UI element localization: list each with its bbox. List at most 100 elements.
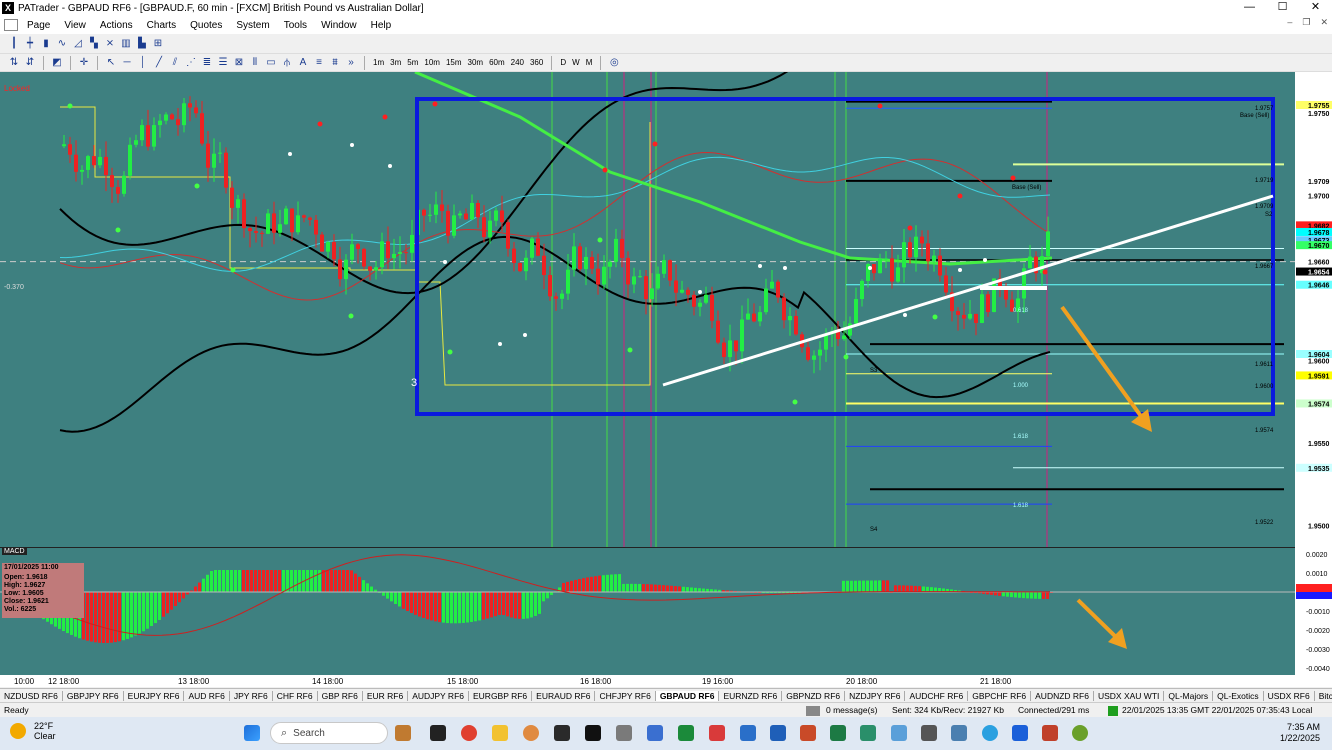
heikin-icon[interactable]: ▥ (118, 36, 134, 52)
pitchfork-icon[interactable]: ⫛ (279, 55, 295, 71)
close-icon[interactable]: ✕ (1299, 0, 1332, 16)
symbol-tab[interactable]: NZDJPY RF6 (845, 690, 906, 701)
symbol-tab[interactable]: EURGBP RF6 (469, 690, 533, 701)
tf-240[interactable]: 240 (508, 58, 527, 67)
channel-icon[interactable]: ⫽ (167, 55, 183, 71)
area-chart-icon[interactable]: ◿ (70, 36, 86, 52)
menu-actions[interactable]: Actions (93, 20, 140, 31)
taskbar-clock[interactable]: 7:35 AM 1/22/2025 (1280, 722, 1320, 744)
bar-chart-icon[interactable]: ┃ (6, 36, 22, 52)
symbol-tab[interactable]: USDX XAU WTI (1094, 690, 1165, 701)
symbol-tab[interactable]: EURNZD RF6 (719, 690, 783, 701)
symbol-tab[interactable]: GBPJPY RF6 (63, 690, 124, 701)
cursor-a-icon[interactable]: ⇅ (6, 55, 22, 71)
line-chart-icon[interactable]: ∿ (54, 36, 70, 52)
fan-icon[interactable]: ⋰ (183, 55, 199, 71)
menu-view[interactable]: View (57, 20, 93, 31)
word-icon[interactable] (770, 725, 786, 741)
symbol-tab[interactable]: USDX RF6 (1264, 690, 1315, 701)
calculator-icon[interactable] (616, 725, 632, 741)
symbol-tab[interactable]: GBPCHF RF6 (968, 690, 1032, 701)
symbol-tab[interactable]: EURJPY RF6 (124, 690, 185, 701)
symbol-tab[interactable]: QL-Majors (1164, 690, 1214, 701)
pattern-icon[interactable]: ⩩ (327, 55, 343, 71)
menu-window[interactable]: Window (314, 20, 364, 31)
tf-30m[interactable]: 30m (465, 58, 487, 67)
patrader-icon[interactable] (554, 725, 570, 741)
telegram-icon[interactable] (982, 725, 998, 741)
rect-icon[interactable]: ▭ (263, 55, 279, 71)
symbol-tab[interactable]: Bitcoin (1315, 691, 1332, 701)
symbol-tab[interactable]: CHFJPY RF6 (595, 690, 656, 701)
vline-icon[interactable]: │ (135, 55, 151, 71)
ic-markets-icon[interactable] (585, 725, 601, 741)
pointer-icon[interactable]: ↖ (103, 55, 119, 71)
tf-10m[interactable]: 10m (421, 58, 443, 67)
app-lightblue-icon[interactable] (891, 725, 907, 741)
symbol-tab[interactable]: QL-Exotics (1213, 690, 1264, 701)
maximize-icon[interactable]: ☐ (1266, 0, 1299, 16)
tf-3m[interactable]: 3m (387, 58, 404, 67)
app-blue-s-icon[interactable] (740, 725, 756, 741)
settings-icon[interactable] (921, 725, 937, 741)
windows-start-icon[interactable] (244, 725, 260, 741)
ohlc-chart-icon[interactable]: ┿ (22, 36, 38, 52)
levels-icon[interactable]: ≡ (311, 55, 327, 71)
app-orange-icon[interactable] (523, 725, 539, 741)
symbol-tab[interactable]: AUDCHF RF6 (905, 690, 969, 701)
chrome-icon[interactable] (461, 725, 477, 741)
menu-quotes[interactable]: Quotes (183, 20, 229, 31)
symbol-tab[interactable]: EURAUD RF6 (532, 690, 596, 701)
symbol-tab[interactable]: EUR RF6 (363, 690, 409, 701)
app-monitor-icon[interactable] (951, 725, 967, 741)
menu-system[interactable]: System (229, 20, 276, 31)
minimize-icon[interactable]: — (1233, 0, 1266, 16)
tf-d[interactable]: D (557, 58, 569, 67)
app-red-s-icon[interactable] (709, 725, 725, 741)
tf-15m[interactable]: 15m (443, 58, 465, 67)
symbol-tab[interactable]: GBP RF6 (318, 690, 363, 701)
chart-app-icon[interactable] (678, 725, 694, 741)
chart-area[interactable]: 3 1.9755 1.9750 1.9709 1.9700 1.9682 1.9678 1.… (0, 72, 1332, 687)
app-basket-icon[interactable] (1042, 725, 1058, 741)
tf-360[interactable]: 360 (527, 58, 546, 67)
chart-settings-icon[interactable]: ◩ (49, 55, 65, 71)
menu-tools[interactable]: Tools (277, 20, 314, 31)
page-icon[interactable] (4, 19, 18, 31)
tf-5m[interactable]: 5m (404, 58, 421, 67)
menu-help[interactable]: Help (364, 20, 399, 31)
cycle-icon[interactable]: ⦀ (247, 55, 263, 71)
powerpoint-icon[interactable] (800, 725, 816, 741)
mdi-minimize-icon[interactable]: – (1287, 17, 1292, 28)
tf-60m[interactable]: 60m (486, 58, 508, 67)
mdi-close-icon[interactable]: ✕ (1320, 17, 1328, 28)
crosshair-icon[interactable]: ✛ (76, 55, 92, 71)
pointfigure-icon[interactable]: ⨯ (102, 36, 118, 52)
app-w-icon[interactable] (1072, 725, 1088, 741)
gann-icon[interactable]: ⊠ (231, 55, 247, 71)
symbol-tab[interactable]: JPY RF6 (230, 690, 273, 701)
volume-icon[interactable]: ▙ (134, 36, 150, 52)
file-explorer-icon[interactable] (492, 725, 508, 741)
text-tool-icon[interactable]: A (295, 55, 311, 71)
hline-icon[interactable]: ─ (119, 55, 135, 71)
menu-page[interactable]: Page (20, 20, 57, 31)
work-app-icon[interactable] (395, 725, 411, 741)
taskbar-search[interactable]: ⌕ Search (270, 722, 388, 744)
tf-m[interactable]: M (583, 58, 596, 67)
more-tools-icon[interactable]: » (343, 55, 359, 71)
symbol-tab[interactable]: AUDJPY RF6 (408, 690, 469, 701)
symbol-tab[interactable]: AUDNZD RF6 (1031, 690, 1094, 701)
task-view-icon[interactable] (430, 725, 446, 741)
app-green-icon[interactable] (860, 725, 876, 741)
symbol-tab[interactable]: CHF RF6 (273, 690, 318, 701)
fib-ext-icon[interactable]: ☰ (215, 55, 231, 71)
symbol-tab[interactable]: NZDUSD RF6 (0, 690, 63, 701)
mdi-restore-icon[interactable]: ❐ (1302, 17, 1310, 28)
tf-w[interactable]: W (569, 58, 583, 67)
tf-1m[interactable]: 1m (370, 58, 387, 67)
trendline-icon[interactable]: ╱ (151, 55, 167, 71)
menu-charts[interactable]: Charts (140, 20, 183, 31)
sync-icon[interactable]: ◎ (606, 55, 622, 71)
message-icon[interactable] (806, 706, 820, 716)
